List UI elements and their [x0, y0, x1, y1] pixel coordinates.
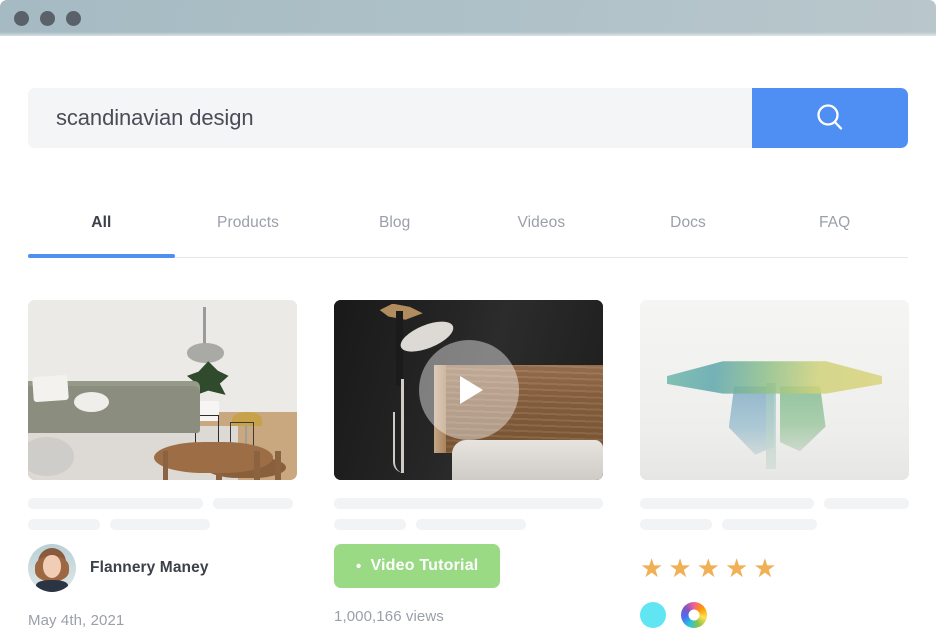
- results-grid: Flannery Maney May 4th, 2021 • Video Tut…: [28, 300, 909, 628]
- bullet-icon: •: [356, 557, 362, 575]
- close-dot[interactable]: [14, 10, 29, 26]
- search-bar: [28, 88, 908, 148]
- tab-label: Docs: [670, 214, 706, 231]
- star-icon[interactable]: ★: [668, 555, 691, 581]
- card-meta: • Video Tutorial 1,000,166 views: [334, 544, 603, 625]
- cyan-swatch[interactable]: [640, 602, 666, 628]
- view-count: 1,000,166 views: [334, 608, 444, 625]
- publish-date: May 4th, 2021: [28, 612, 125, 628]
- star-icon[interactable]: ★: [697, 555, 720, 581]
- window-titlebar: [0, 0, 936, 36]
- video-thumbnail[interactable]: [334, 300, 603, 480]
- rating-stars[interactable]: ★ ★ ★ ★ ★: [640, 544, 909, 592]
- tab-label: Blog: [378, 214, 411, 231]
- app-window: All Products Blog Videos Docs FAQ: [0, 0, 936, 628]
- card-meta: ★ ★ ★ ★ ★: [640, 544, 909, 628]
- star-icon[interactable]: ★: [753, 555, 776, 581]
- maximize-dot[interactable]: [66, 10, 81, 26]
- tab-docs[interactable]: Docs: [615, 214, 762, 257]
- tab-faq[interactable]: FAQ: [761, 214, 908, 257]
- author-name: Flannery Maney: [90, 559, 209, 576]
- search-input[interactable]: [28, 88, 752, 148]
- tab-label: All: [91, 214, 112, 231]
- play-button[interactable]: [418, 340, 519, 440]
- result-card[interactable]: ★ ★ ★ ★ ★: [640, 300, 909, 628]
- tab-label: FAQ: [819, 214, 851, 231]
- tab-label: Products: [217, 214, 279, 231]
- result-card[interactable]: Flannery Maney May 4th, 2021: [28, 300, 297, 628]
- tab-videos[interactable]: Videos: [468, 214, 615, 257]
- search-icon: [812, 100, 848, 136]
- star-icon[interactable]: ★: [640, 555, 663, 581]
- play-icon: [460, 376, 483, 404]
- result-card[interactable]: • Video Tutorial 1,000,166 views: [334, 300, 603, 628]
- color-swatches: [640, 602, 909, 628]
- living-room-thumbnail[interactable]: [28, 300, 297, 480]
- tab-label: Videos: [517, 214, 566, 231]
- multicolor-swatch[interactable]: [681, 602, 707, 628]
- skeleton-placeholder: [640, 498, 909, 530]
- page-content: All Products Blog Videos Docs FAQ: [0, 36, 936, 628]
- star-icon[interactable]: ★: [725, 555, 748, 581]
- tab-all[interactable]: All: [28, 214, 175, 258]
- card-meta: Flannery Maney May 4th, 2021: [28, 544, 297, 628]
- badge-label: Video Tutorial: [370, 557, 479, 574]
- skeleton-placeholder: [334, 498, 603, 530]
- skeleton-placeholder: [28, 498, 297, 530]
- avatar: [28, 544, 76, 592]
- minimize-dot[interactable]: [40, 10, 55, 26]
- tab-products[interactable]: Products: [175, 214, 322, 257]
- author-row[interactable]: Flannery Maney: [28, 544, 297, 592]
- product-thumbnail[interactable]: [640, 300, 909, 480]
- search-button[interactable]: [752, 88, 908, 148]
- tab-blog[interactable]: Blog: [321, 214, 468, 257]
- category-tabs: All Products Blog Videos Docs FAQ: [28, 214, 908, 258]
- video-tutorial-badge[interactable]: • Video Tutorial: [334, 544, 501, 588]
